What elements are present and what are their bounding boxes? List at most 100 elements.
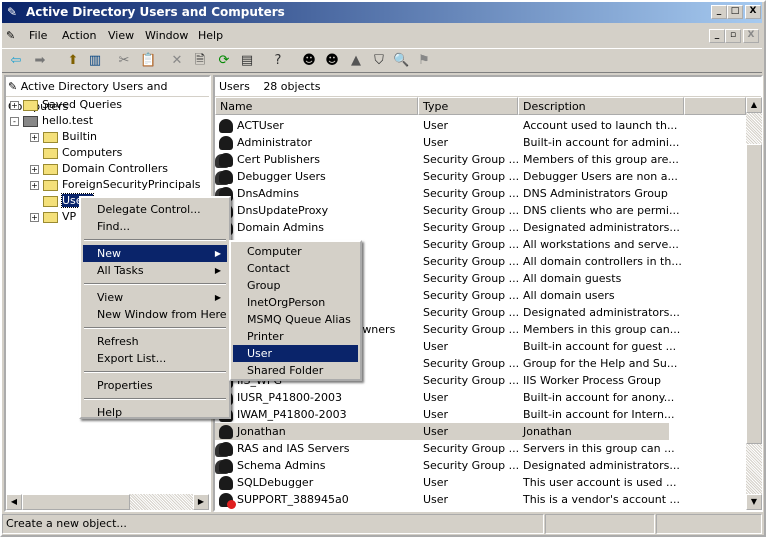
menu-item-contact[interactable]: Contact bbox=[233, 260, 358, 277]
tree-horizontal-scrollbar[interactable]: ◀ ▶ bbox=[6, 494, 209, 510]
scroll-thumb[interactable] bbox=[22, 494, 130, 510]
expand-icon[interactable]: + bbox=[30, 180, 39, 190]
column-header-type[interactable]: Type bbox=[418, 97, 518, 115]
menu-item-refresh[interactable]: Refresh bbox=[83, 333, 227, 350]
group-icon bbox=[219, 442, 233, 456]
menu-item-inetorgperson[interactable]: InetOrgPerson bbox=[233, 294, 358, 311]
menu-action[interactable]: Action bbox=[62, 25, 96, 47]
tree-item[interactable]: + Builtin bbox=[30, 129, 97, 145]
menu-item-group[interactable]: Group bbox=[233, 277, 358, 294]
menu-item-properties[interactable]: Properties bbox=[83, 377, 227, 394]
scroll-thumb[interactable] bbox=[746, 144, 762, 444]
menu-item-printer[interactable]: Printer bbox=[233, 328, 358, 345]
menu-file[interactable]: File bbox=[29, 25, 47, 47]
expand-icon[interactable]: + bbox=[30, 132, 39, 142]
folder-icon bbox=[43, 179, 58, 191]
cell-description: All domain users bbox=[523, 289, 615, 302]
back-arrow-icon[interactable]: ⇦ bbox=[8, 53, 24, 69]
tree-item[interactable]: Computers bbox=[30, 145, 122, 161]
column-header-description[interactable]: Description bbox=[518, 97, 684, 115]
up-one-level-icon[interactable]: ⬆ bbox=[65, 53, 81, 69]
scroll-right-button[interactable]: ▶ bbox=[193, 494, 209, 510]
scroll-left-button[interactable]: ◀ bbox=[6, 494, 22, 510]
menu-view[interactable]: View bbox=[108, 25, 134, 47]
expand-icon[interactable]: + bbox=[30, 164, 39, 174]
menu-window[interactable]: Window bbox=[145, 25, 188, 47]
collapse-icon[interactable]: - bbox=[10, 116, 19, 126]
menu-item-view[interactable]: View ▶ bbox=[83, 289, 227, 306]
cell-description: DNS clients who are permi... bbox=[523, 204, 680, 217]
help-icon[interactable]: ? bbox=[270, 53, 286, 69]
find-icon[interactable]: 🔍 bbox=[393, 53, 409, 69]
tree-item[interactable]: + Saved Queries bbox=[10, 97, 122, 113]
cell-name: Cert Publishers bbox=[237, 153, 321, 166]
menu-item-new-window-from-here[interactable]: New Window from Here bbox=[83, 306, 227, 323]
refresh-icon[interactable]: ⟳ bbox=[216, 53, 232, 69]
tree-item[interactable]: + VP bbox=[30, 209, 76, 225]
child-minimize-button[interactable]: _ bbox=[709, 29, 725, 43]
table-row[interactable]: RAS and IAS Servers Security Group ... Ser… bbox=[215, 440, 675, 457]
tree-item-label: Builtin bbox=[62, 130, 97, 143]
cell-type: Security Group ... bbox=[423, 272, 520, 285]
cell-name: Schema Admins bbox=[237, 459, 326, 472]
expand-icon[interactable]: + bbox=[10, 100, 19, 110]
table-row[interactable]: SUPPORT_388945a0 User This is a vendor's a… bbox=[215, 491, 680, 509]
table-row[interactable]: ACTUser User Account used to launch th... bbox=[215, 117, 677, 134]
folder-icon bbox=[23, 99, 38, 111]
paste-icon[interactable]: 📋 bbox=[140, 53, 156, 69]
export-list-icon[interactable]: ▤ bbox=[239, 53, 255, 69]
table-row[interactable]: DnsUpdateProxy Security Group ... DNS clie… bbox=[215, 202, 679, 219]
expand-icon[interactable]: + bbox=[30, 212, 39, 222]
new-user-icon[interactable]: ☻ bbox=[301, 53, 317, 69]
table-row[interactable]: Cert Publishers Security Group ... Members… bbox=[215, 151, 679, 168]
new-ou-icon[interactable]: ▲ bbox=[348, 53, 364, 69]
menu-item-computer[interactable]: Computer bbox=[233, 243, 358, 260]
close-button[interactable]: X bbox=[745, 5, 761, 19]
child-restore-button[interactable]: ▫ bbox=[725, 29, 741, 43]
menu-item-new[interactable]: New ▶ bbox=[83, 245, 227, 262]
table-row[interactable]: Jonathan User Jonathan bbox=[215, 423, 669, 440]
table-row[interactable]: DnsAdmins Security Group ... DNS Administr… bbox=[215, 185, 669, 202]
menu-item-msmq-queue-alias[interactable]: MSMQ Queue Alias bbox=[233, 311, 358, 328]
show-hide-console-tree-icon[interactable]: ▥ bbox=[87, 53, 103, 69]
table-row[interactable]: Debugger Users Security Group ... Debugger… bbox=[215, 168, 678, 185]
table-row[interactable]: IWAM_P41800-2003 User Built-in account for… bbox=[215, 406, 674, 423]
scroll-down-button[interactable]: ▼ bbox=[746, 494, 762, 510]
delete-icon[interactable]: ✕ bbox=[169, 53, 185, 69]
maximize-button[interactable]: □ bbox=[727, 5, 743, 19]
tree-item[interactable]: + ForeignSecurityPrincipals bbox=[30, 177, 201, 193]
cell-type: User bbox=[423, 425, 449, 438]
scroll-up-button[interactable]: ▲ bbox=[746, 97, 762, 113]
menu-item-export-list[interactable]: Export List... bbox=[83, 350, 227, 367]
menu-item-all-tasks[interactable]: All Tasks ▶ bbox=[83, 262, 227, 279]
add-to-group-icon[interactable]: ⚑ bbox=[416, 53, 432, 69]
menu-bar: ✎ File Action View Window Help _ ▫ X bbox=[2, 25, 762, 47]
cut-icon[interactable]: ✂ bbox=[116, 53, 132, 69]
tree-item[interactable]: + Domain Controllers bbox=[30, 161, 168, 177]
properties-icon[interactable]: 🗎 bbox=[192, 53, 208, 69]
cell-description: Built-in account for Intern... bbox=[523, 408, 675, 421]
menu-item-delegate-control[interactable]: Delegate Control... bbox=[83, 201, 227, 218]
cell-description: Servers in this group can ... bbox=[523, 442, 675, 455]
column-header-name[interactable]: Name bbox=[215, 97, 418, 115]
table-row[interactable]: Domain Admins Security Group ... Designate… bbox=[215, 219, 680, 236]
menu-item-shared-folder[interactable]: Shared Folder bbox=[233, 362, 358, 379]
menu-item-user[interactable]: User bbox=[233, 345, 358, 362]
filter-icon[interactable]: ⛉ bbox=[371, 53, 387, 69]
forward-arrow-icon[interactable]: ➡ bbox=[32, 53, 48, 69]
title-bar: ✎ Active Directory Users and Computers _… bbox=[2, 2, 762, 23]
child-close-button[interactable]: X bbox=[743, 29, 759, 43]
tree-item[interactable]: - hello.test bbox=[10, 113, 93, 129]
menu-item-help[interactable]: Help bbox=[83, 404, 227, 421]
vertical-scrollbar[interactable]: ▲ ▼ bbox=[746, 97, 762, 510]
table-row[interactable]: IUSR_P41800-2003 User Built-in account for… bbox=[215, 389, 674, 406]
new-group-icon[interactable]: ☻ bbox=[324, 53, 340, 69]
menu-help[interactable]: Help bbox=[198, 25, 223, 47]
minimize-button[interactable]: _ bbox=[711, 5, 727, 19]
cell-type: Security Group ... bbox=[423, 357, 520, 370]
table-row[interactable]: Administrator User Built-in account for ad… bbox=[215, 134, 679, 151]
menu-item-find[interactable]: Find... bbox=[83, 218, 227, 235]
table-row[interactable]: SQLDebugger User This user account is used… bbox=[215, 474, 677, 491]
cell-name: IWAM_P41800-2003 bbox=[237, 408, 347, 421]
table-row[interactable]: Schema Admins Security Group ... Designate… bbox=[215, 457, 680, 474]
